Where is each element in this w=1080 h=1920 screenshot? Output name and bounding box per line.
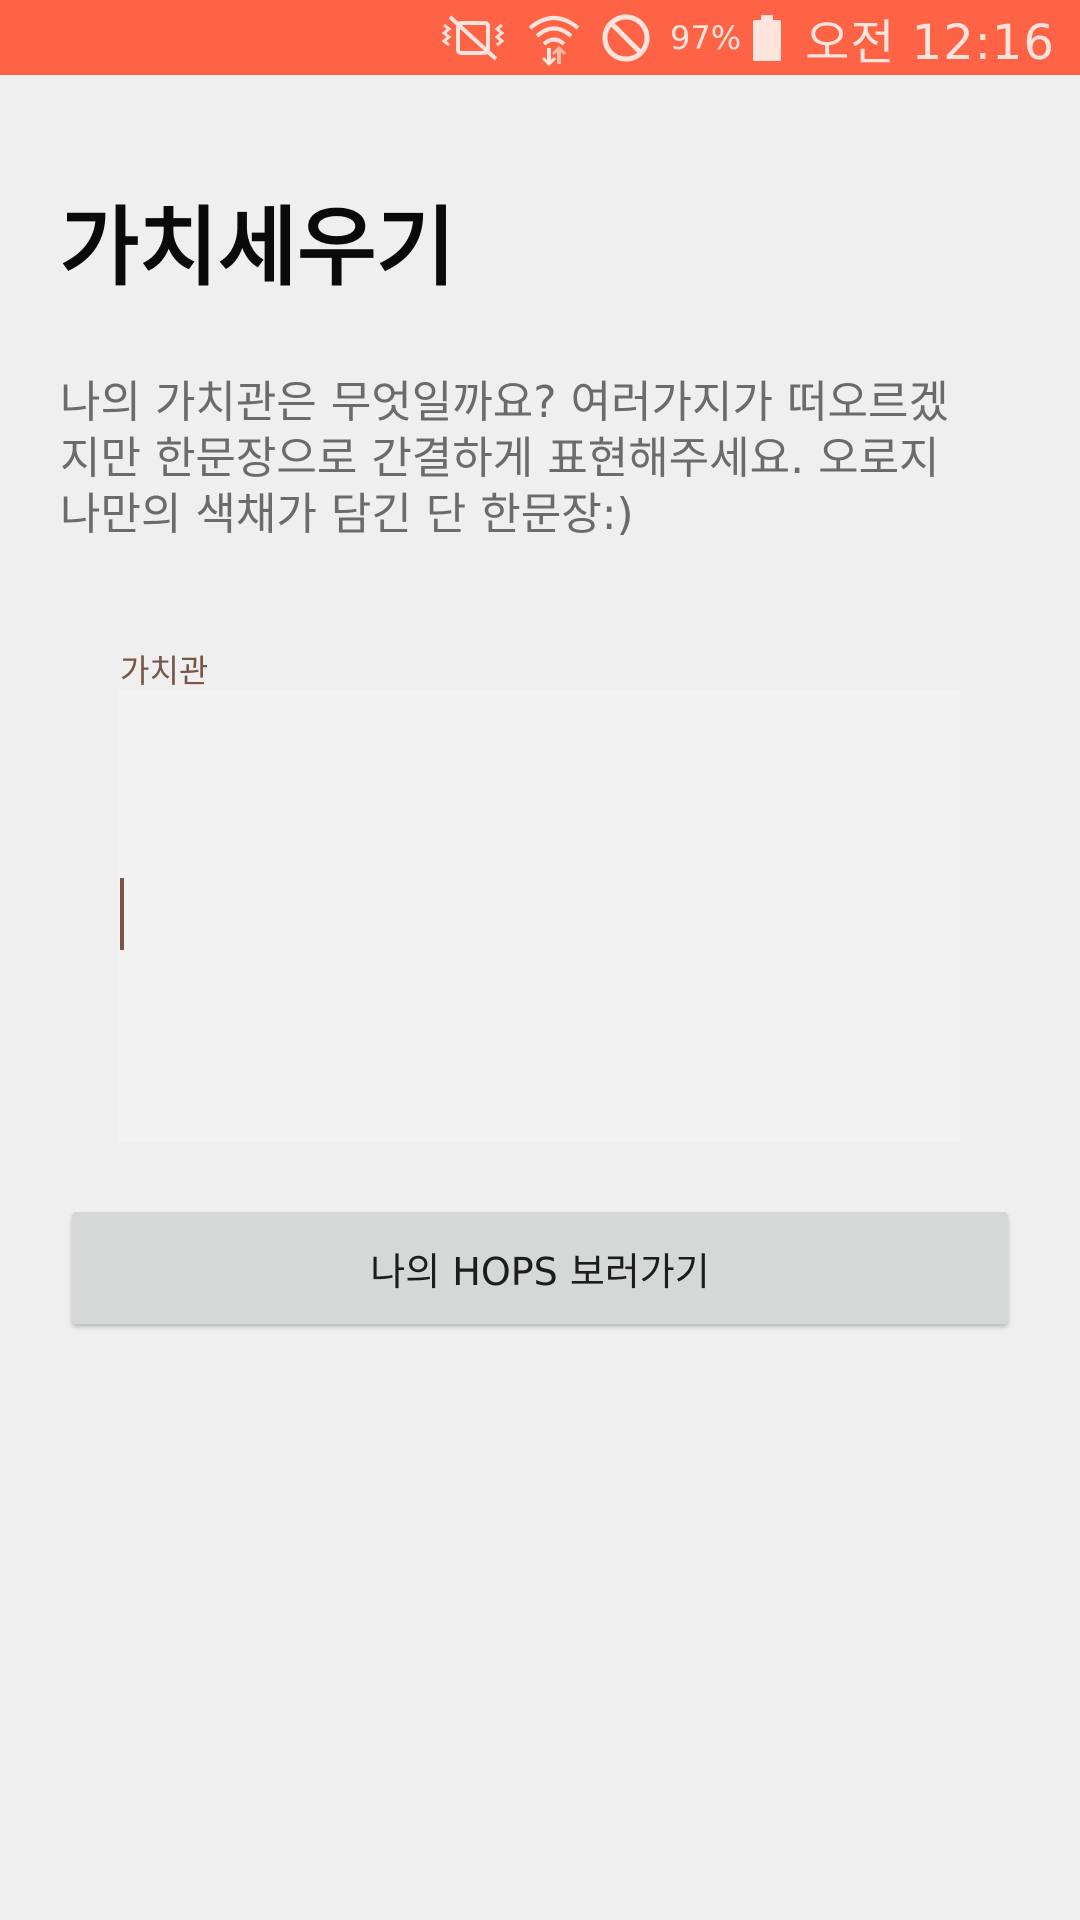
- mute-vibrate-icon: [438, 8, 508, 68]
- status-bar: 97% 오전 12:16: [0, 0, 1080, 75]
- clock: 오전 12:16: [805, 14, 1055, 71]
- value-input[interactable]: [118, 690, 960, 1142]
- battery-icon: [751, 8, 783, 68]
- text-cursor: [120, 878, 124, 950]
- page-title: 가치세우기: [60, 198, 456, 298]
- value-field-label: 가치관: [120, 652, 209, 690]
- wifi-icon: [526, 8, 582, 68]
- page-description: 나의 가치관은 무엇일까요? 여러가지가 떠오르겠지만 한문장으로 간결하게 표…: [60, 377, 949, 540]
- view-hops-button[interactable]: 나의 HOPS 보러가기: [72, 1212, 1008, 1324]
- do-not-disturb-icon: [600, 8, 652, 68]
- battery-percentage: 97%: [669, 18, 742, 57]
